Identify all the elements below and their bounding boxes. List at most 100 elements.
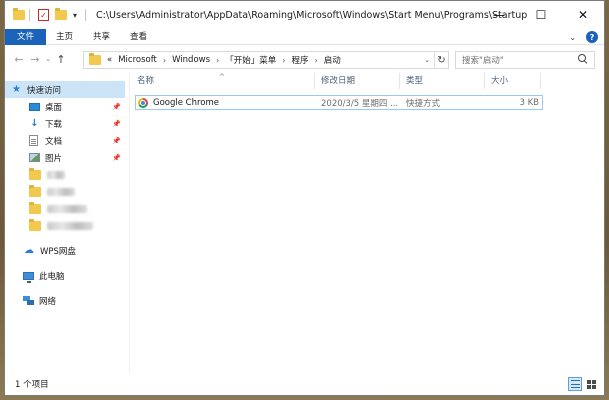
breadcrumb-separator-icon[interactable]: › bbox=[216, 56, 219, 65]
item-count: 1 个项目 bbox=[15, 380, 49, 390]
new-folder-icon[interactable] bbox=[55, 8, 67, 20]
table-row[interactable]: Google Chrome 2020/3/5 星期四 ... 快捷方式 3 KB bbox=[135, 95, 543, 110]
tab-view[interactable]: 查看 bbox=[120, 29, 157, 45]
large-icons-view-button[interactable] bbox=[584, 377, 598, 391]
recent-locations-chevron-icon[interactable]: ⌄ bbox=[43, 55, 53, 63]
status-bar: 1 个项目 bbox=[5, 373, 604, 395]
pin-icon: 📌 bbox=[112, 102, 121, 111]
sidebar-item-label: 网络 bbox=[39, 296, 57, 307]
pane-divider[interactable] bbox=[129, 73, 130, 373]
window-controls: — ☐ ✕ bbox=[478, 1, 604, 29]
file-explorer-window: ✓ ▾ C:\Users\Administrator\AppData\Roami… bbox=[4, 0, 605, 396]
breadcrumb-overflow[interactable]: « bbox=[107, 55, 112, 65]
back-arrow-icon[interactable]: ← bbox=[11, 53, 27, 66]
folder-icon bbox=[29, 218, 41, 231]
tab-file[interactable]: 文件 bbox=[5, 28, 47, 45]
sidebar-item-redacted-folder[interactable] bbox=[5, 217, 125, 234]
sidebar-item-redacted-folder[interactable] bbox=[5, 200, 125, 217]
sidebar-item-redacted-folder[interactable] bbox=[5, 166, 125, 183]
column-date[interactable]: 修改日期 bbox=[315, 73, 400, 89]
refresh-icon[interactable]: ↻ bbox=[434, 52, 448, 68]
breadcrumb-windows[interactable]: Windows bbox=[172, 55, 210, 65]
network-icon bbox=[23, 296, 34, 305]
details-view-button[interactable] bbox=[568, 377, 582, 391]
sidebar-item-label: 快速访问 bbox=[27, 85, 62, 96]
sort-ascending-icon: ^ bbox=[219, 73, 225, 81]
breadcrumb-separator-icon[interactable]: › bbox=[314, 56, 317, 65]
address-bar[interactable]: « Microsoft › Windows › 「开始」菜单 › 程序 › 启动… bbox=[83, 51, 449, 69]
quick-access-separator bbox=[29, 9, 30, 21]
sidebar-item-desktop[interactable]: 桌面 📌 bbox=[5, 98, 125, 115]
up-arrow-icon[interactable]: ↑ bbox=[53, 53, 69, 66]
chrome-icon bbox=[138, 97, 148, 108]
sidebar-item-label: 下载 bbox=[45, 119, 63, 130]
pin-icon: 📌 bbox=[112, 153, 121, 162]
address-folder-icon bbox=[89, 53, 101, 65]
address-history-chevron-icon[interactable]: ⌄ bbox=[420, 56, 434, 64]
desktop-icon bbox=[29, 102, 40, 111]
forward-arrow-icon[interactable]: → bbox=[27, 53, 43, 66]
star-icon: ★ bbox=[12, 84, 21, 95]
navigation-pane: ★ 快速访问 桌面 📌 ↓ 下载 📌 文档 📌 图片 📌 ☁ WPS网盘 此电脑… bbox=[5, 81, 125, 371]
redacted-label bbox=[47, 221, 93, 230]
sidebar-item-documents[interactable]: 文档 📌 bbox=[5, 132, 125, 149]
sidebar-item-redacted-folder[interactable] bbox=[5, 183, 125, 200]
expand-ribbon-chevron-icon[interactable]: ⌄ bbox=[569, 33, 576, 42]
file-name-cell: Google Chrome bbox=[136, 97, 319, 108]
search-input[interactable]: 搜索"启动" bbox=[455, 51, 595, 69]
sidebar-item-this-pc[interactable]: 此电脑 bbox=[5, 267, 125, 284]
sidebar-item-downloads[interactable]: ↓ 下载 📌 bbox=[5, 115, 125, 132]
sidebar-item-label: 桌面 bbox=[45, 102, 63, 113]
sidebar-item-label: 图片 bbox=[45, 153, 63, 164]
title-bar: ✓ ▾ C:\Users\Administrator\AppData\Roami… bbox=[5, 1, 604, 29]
ribbon-tabs: 文件 主页 共享 查看 ⌄ ? bbox=[5, 28, 604, 45]
ribbon-right: ⌄ ? bbox=[569, 29, 598, 45]
breadcrumb-separator-icon[interactable]: › bbox=[163, 56, 166, 65]
file-list: ^ 名称 修改日期 类型 大小 Google Chrome 2020/3/5 星… bbox=[131, 73, 604, 373]
help-icon[interactable]: ? bbox=[586, 31, 598, 43]
window-title: C:\Users\Administrator\AppData\Roaming\M… bbox=[96, 9, 528, 21]
redacted-label bbox=[47, 204, 87, 213]
folder-icon bbox=[29, 201, 41, 214]
sidebar-item-label: 此电脑 bbox=[39, 271, 65, 282]
pin-icon: 📌 bbox=[112, 136, 121, 145]
customize-toolbar-chevron-icon[interactable]: ▾ bbox=[73, 11, 77, 20]
column-name[interactable]: ^ 名称 bbox=[131, 73, 315, 89]
column-name-label: 名称 bbox=[137, 76, 155, 86]
folder-icon bbox=[29, 184, 41, 197]
column-type[interactable]: 类型 bbox=[400, 73, 485, 89]
breadcrumb-separator-icon[interactable]: › bbox=[282, 56, 285, 65]
maximize-button[interactable]: ☐ bbox=[520, 1, 562, 29]
file-name: Google Chrome bbox=[153, 97, 220, 108]
redacted-label bbox=[47, 187, 75, 196]
properties-check-icon[interactable]: ✓ bbox=[38, 9, 49, 21]
sidebar-item-quick-access[interactable]: ★ 快速访问 bbox=[5, 81, 125, 98]
column-size[interactable]: 大小 bbox=[485, 73, 541, 89]
minimize-button[interactable]: — bbox=[478, 1, 520, 29]
large-icons-view-icon bbox=[586, 379, 596, 389]
sidebar-item-network[interactable]: 网络 bbox=[5, 292, 125, 309]
file-size: 3 KB bbox=[519, 97, 539, 108]
close-button[interactable]: ✕ bbox=[562, 1, 604, 29]
tab-share[interactable]: 共享 bbox=[83, 29, 120, 45]
sidebar-item-wps[interactable]: ☁ WPS网盘 bbox=[5, 242, 125, 259]
tab-home[interactable]: 主页 bbox=[46, 29, 83, 45]
pin-icon: 📌 bbox=[112, 119, 121, 128]
search-placeholder: 搜索"启动" bbox=[462, 56, 504, 66]
breadcrumb-microsoft[interactable]: Microsoft bbox=[118, 55, 157, 65]
breadcrumb-startup[interactable]: 启动 bbox=[324, 54, 341, 66]
cloud-icon: ☁ bbox=[24, 245, 34, 256]
sidebar-item-pictures[interactable]: 图片 📌 bbox=[5, 149, 125, 166]
breadcrumb-programs[interactable]: 程序 bbox=[291, 54, 308, 66]
breadcrumb-start-menu[interactable]: 「开始」菜单 bbox=[225, 54, 276, 66]
search-icon bbox=[576, 53, 590, 67]
file-date: 2020/3/5 星期四 ... bbox=[321, 98, 399, 109]
folder-icon bbox=[13, 8, 25, 20]
address-actions: ⌄ ↻ bbox=[420, 52, 448, 68]
redacted-label bbox=[47, 170, 65, 179]
download-icon: ↓ bbox=[30, 118, 39, 129]
navigation-row: ← → ⌄ ↑ « Microsoft › Windows › 「开始」菜单 ›… bbox=[5, 47, 604, 71]
